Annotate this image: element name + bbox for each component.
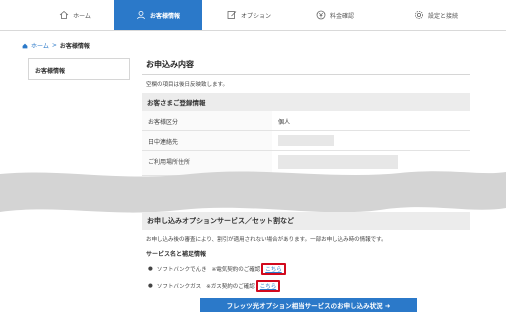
- tab-billing[interactable]: 料金確認: [300, 0, 370, 30]
- service-name: ソフトバンクでんき: [156, 267, 207, 273]
- service-note: ※電気契約のご確認: [211, 267, 261, 273]
- breadcrumb-home-link[interactable]: ホーム: [31, 41, 49, 50]
- options-heading: お申し込みオプションサービス／セット割など: [142, 212, 470, 230]
- options-section: お申し込みオプションサービス／セット割など お申し込み後の審査により、割引が適用…: [142, 212, 470, 292]
- service-note: ※ガス契約のご確認: [206, 284, 255, 290]
- bullet-icon: ●: [148, 266, 153, 272]
- row-label: お客様区分: [142, 111, 272, 130]
- sidebar-item-customer-info[interactable]: お客様情報: [28, 58, 130, 80]
- note-text: 空欄の項目は後日反映致します。: [146, 82, 228, 88]
- row-value: [272, 131, 470, 150]
- row-label: 日中連絡先: [142, 131, 272, 150]
- gear-icon: [414, 11, 423, 19]
- page-break-divider: [0, 171, 506, 213]
- breadcrumb-separator: >: [51, 42, 57, 49]
- service-list-heading: サービス名と補足情報: [146, 251, 207, 258]
- top-nav: ホーム お客様情報 オプション 料金確認 設定と接続: [0, 0, 506, 31]
- tab-settings-label: 設定と接続: [427, 12, 458, 20]
- sidebar-item-label: お客様情報: [35, 68, 66, 75]
- table-row: お客様区分 個人: [142, 111, 470, 131]
- home-icon: [22, 43, 28, 48]
- masked-value: [278, 135, 334, 146]
- main-content: お申込み内容 空欄の項目は後日反映致します。 お客さまご登録情報 お客様区分 個…: [142, 58, 470, 176]
- tab-billing-label: 料金確認: [329, 12, 354, 20]
- breadcrumb-current: お客様情報: [59, 43, 90, 50]
- tab-options-label: オプション: [240, 12, 271, 20]
- home-icon: [59, 10, 69, 19]
- masked-value: [278, 155, 398, 169]
- registration-heading: お客さまご登録情報: [142, 93, 470, 111]
- tab-home[interactable]: ホーム: [40, 0, 110, 30]
- gas-details-link[interactable]: こちら: [255, 280, 281, 292]
- service-name: ソフトバンクガス: [156, 284, 202, 290]
- row-value: 個人: [278, 119, 291, 126]
- breadcrumb: ホーム > お客様情報: [22, 41, 90, 50]
- tab-settings[interactable]: 設定と接続: [396, 0, 476, 30]
- edit-icon: [227, 11, 237, 19]
- list-item: ● ソフトバンクでんき ※電気契約のご確認 こちら: [148, 263, 464, 275]
- list-item: ● ソフトバンクガス ※ガス契約のご確認 こちら: [148, 280, 464, 292]
- yen-icon: [316, 10, 326, 20]
- table-row: 日中連絡先: [142, 131, 470, 151]
- flets-option-status-button[interactable]: フレッツ光オプション相当サービスのお申し込み状況 ➜: [200, 298, 417, 312]
- tab-options[interactable]: オプション: [214, 0, 284, 30]
- tab-home-label: ホーム: [73, 12, 91, 20]
- page-title: お申込み内容: [142, 58, 470, 75]
- bullet-icon: ●: [148, 283, 153, 289]
- tab-customer-info[interactable]: お客様情報: [114, 0, 202, 30]
- electricity-details-link[interactable]: こちら: [261, 263, 286, 275]
- options-warning: お申し込み後の審査により、割引が適用されない場合があります。一部お申し込み時の情…: [146, 237, 387, 243]
- user-icon: [137, 11, 145, 20]
- tab-customer-info-label: お客様情報: [149, 12, 180, 20]
